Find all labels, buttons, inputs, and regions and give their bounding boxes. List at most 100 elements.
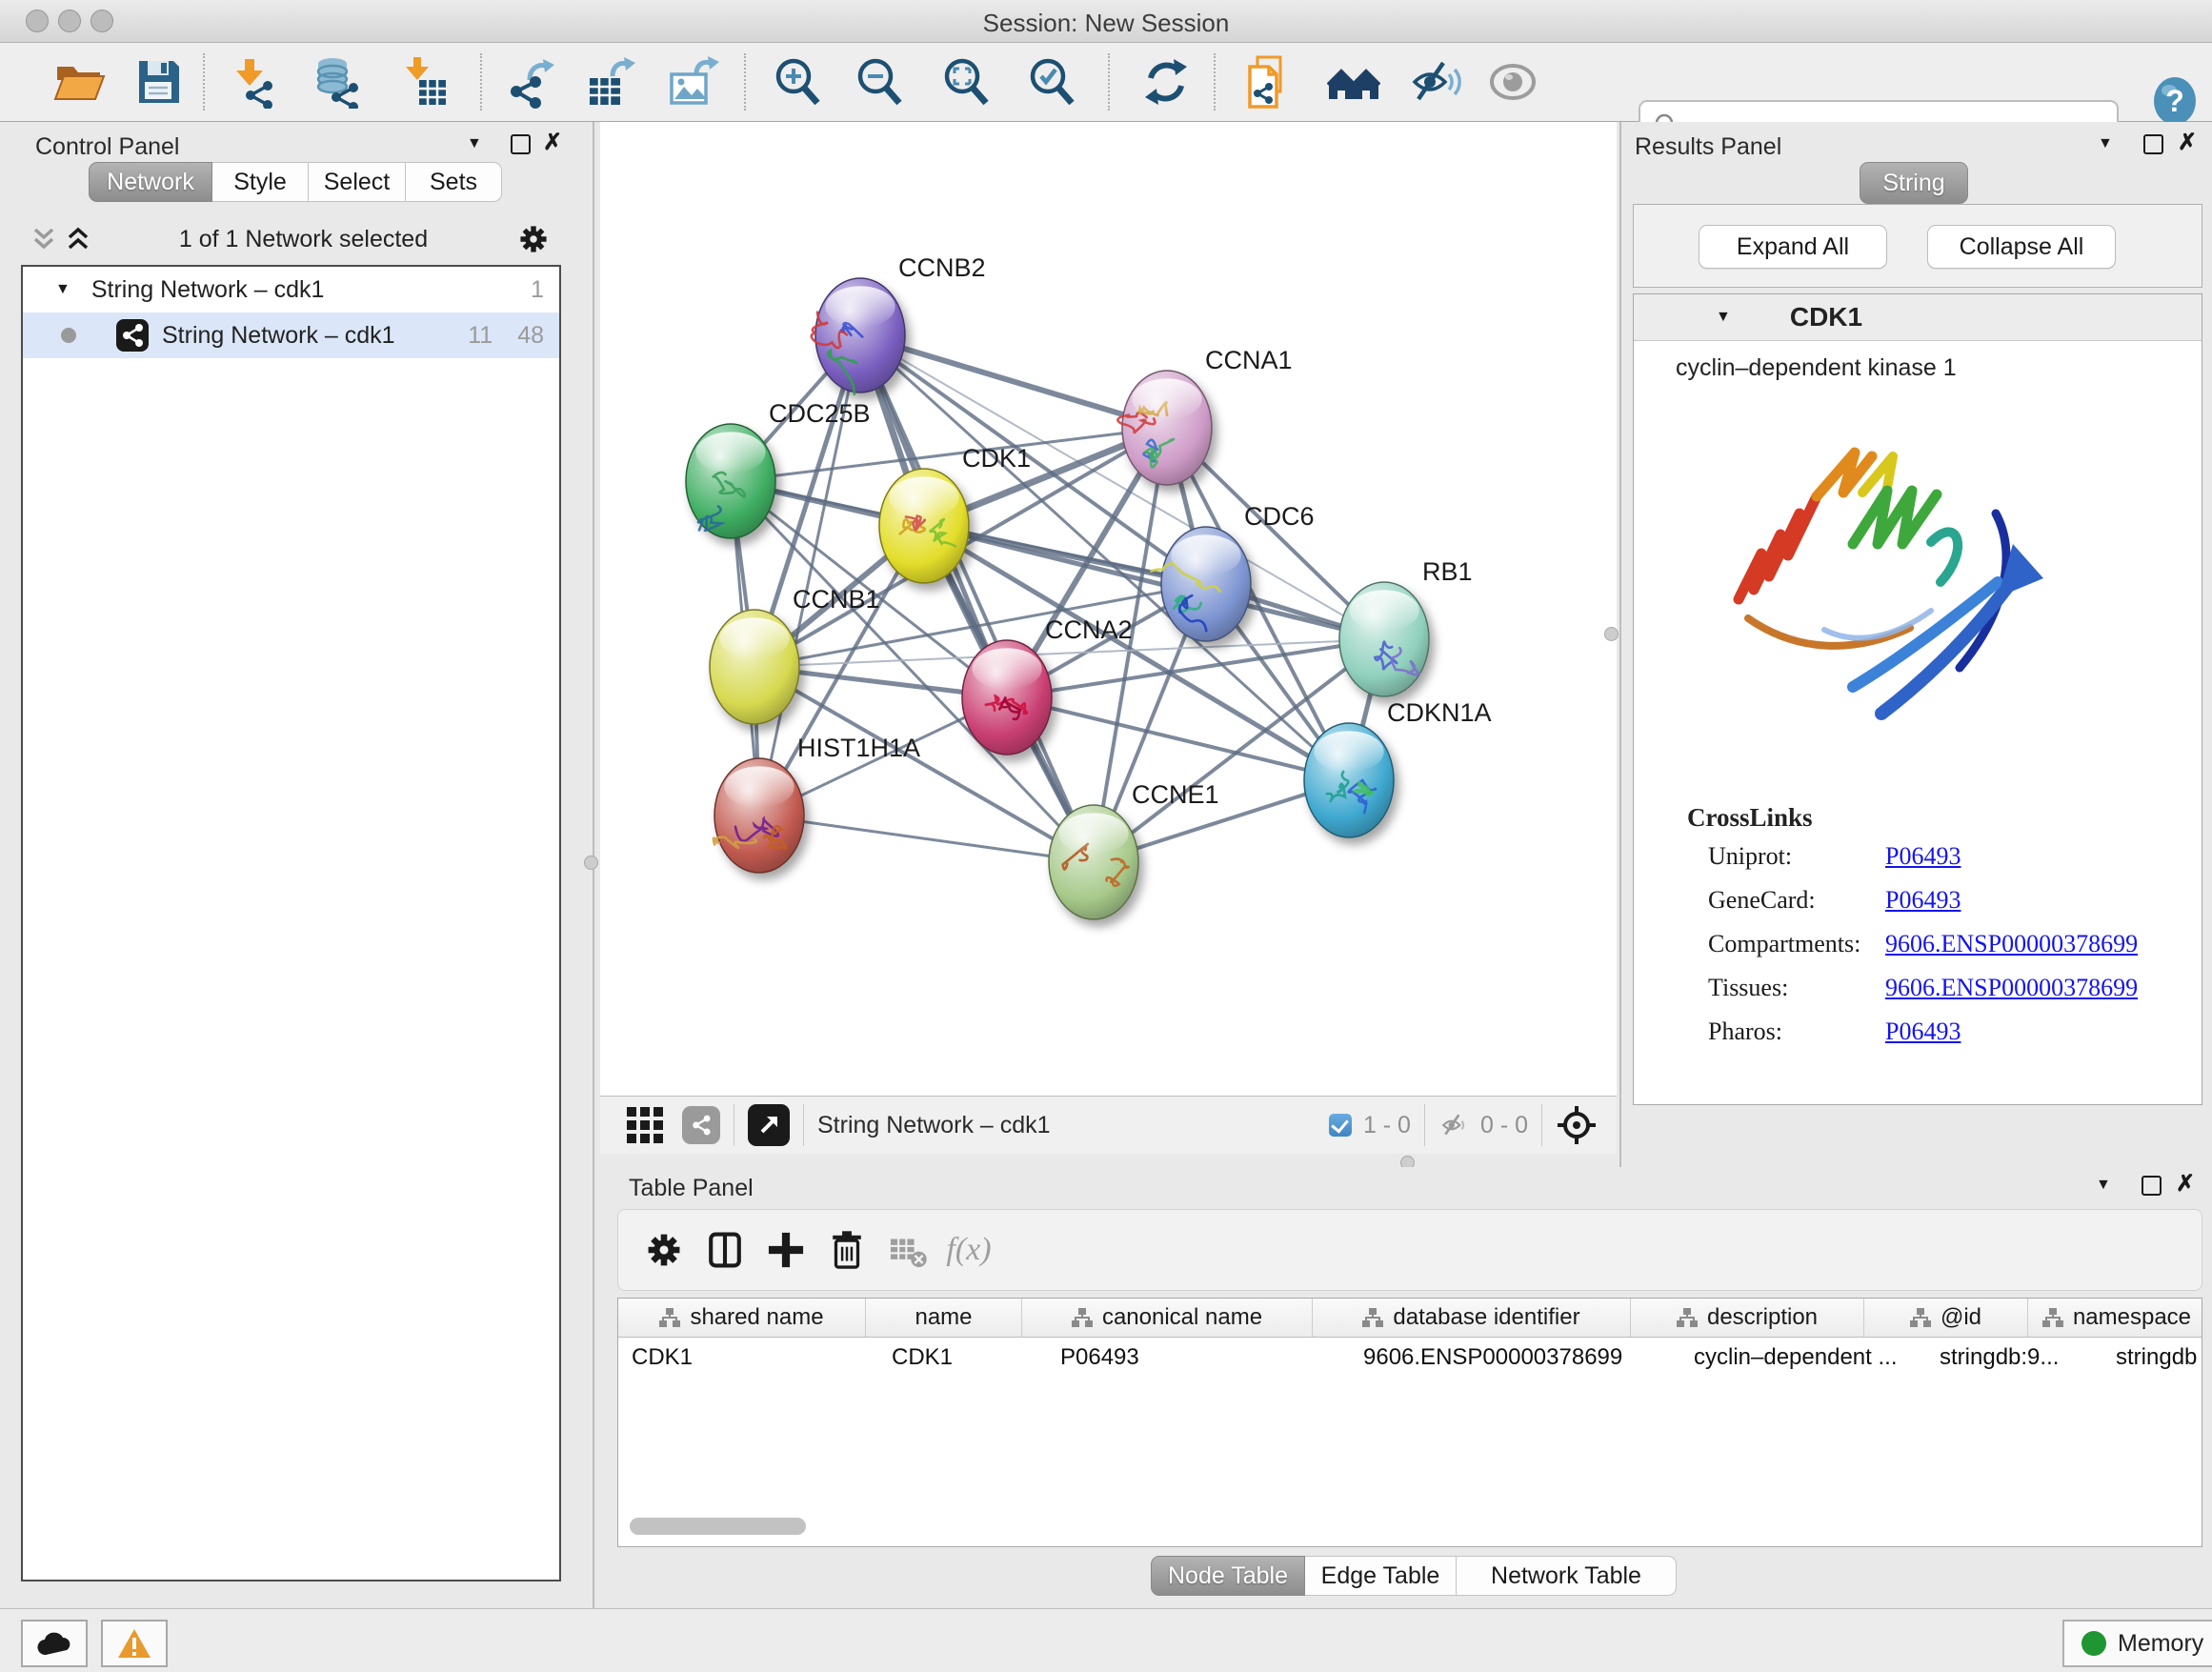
network-share-toggle-icon[interactable] <box>682 1106 720 1144</box>
export-table-icon <box>584 55 637 109</box>
right-splitter-handle[interactable] <box>1604 627 1619 641</box>
tab-network-table[interactable]: Network Table <box>1457 1556 1677 1596</box>
main-toolbar: ? <box>0 43 2212 122</box>
status-separator <box>803 1104 804 1146</box>
horizontal-scrollbar-thumb[interactable] <box>630 1518 806 1535</box>
table-gear-button[interactable] <box>633 1219 694 1280</box>
zoom-fit-button[interactable] <box>938 53 995 111</box>
tab-style[interactable]: Style <box>212 162 309 202</box>
column-header[interactable]: namespace <box>2028 1299 2205 1337</box>
column-header[interactable]: description <box>1631 1299 1864 1337</box>
table-row[interactable]: CDK1 CDK1 P06493 9606.ENSP00000378699 cy… <box>618 1338 2202 1378</box>
clone-network-button[interactable] <box>1240 53 1297 111</box>
zoom-out-button[interactable] <box>852 53 909 111</box>
results-buttons-box: Expand All Collapse All <box>1633 204 2202 288</box>
network-collection-row[interactable]: ▼ String Network – cdk1 1 <box>23 267 559 312</box>
expand-all-button[interactable]: Expand All <box>1699 225 1887 269</box>
zoom-selected-button[interactable] <box>1024 53 1081 111</box>
export-image-button[interactable] <box>664 53 721 111</box>
detach-view-button[interactable] <box>748 1104 790 1146</box>
export-table-button[interactable] <box>582 53 639 111</box>
memory-button[interactable]: Memory <box>2062 1620 2212 1667</box>
left-splitter-handle[interactable] <box>584 856 598 870</box>
expand-all-chevron-icon[interactable] <box>65 225 91 253</box>
birds-eye-view-icon[interactable] <box>1556 1104 1598 1146</box>
help-button[interactable]: ? <box>2149 75 2201 127</box>
results-panel-maximize-icon[interactable] <box>2143 134 2163 154</box>
import-table-icon <box>396 55 450 109</box>
column-header[interactable]: canonical name <box>1022 1299 1313 1337</box>
results-panel-float-icon[interactable]: ▼ <box>2098 135 2113 152</box>
add-column-button[interactable] <box>755 1219 816 1280</box>
graph-node-CCNE1 <box>1049 805 1138 919</box>
delete-table-button-disabled <box>877 1219 938 1280</box>
warning-status-button[interactable] <box>101 1620 168 1667</box>
control-panel-title: Control Panel <box>35 133 179 161</box>
import-network-database-button[interactable] <box>308 53 365 111</box>
import-table-file-button[interactable] <box>394 53 452 111</box>
control-panel-maximize-icon[interactable] <box>511 134 531 154</box>
tab-edge-table[interactable]: Edge Table <box>1305 1556 1457 1596</box>
gene-section-header[interactable]: ▼ CDK1 <box>1634 294 2202 341</box>
table-panel-float-icon[interactable]: ▼ <box>2096 1177 2111 1194</box>
network-selection-summary: 1 of 1 Network selected <box>91 226 515 253</box>
export-network-button[interactable] <box>503 53 560 111</box>
network-list-header: 1 of 1 Network selected <box>21 213 561 265</box>
network-column-icon <box>2042 1307 2063 1328</box>
table-panel-maximize-icon[interactable] <box>2142 1176 2162 1196</box>
hide-selection-button[interactable] <box>1407 53 1464 111</box>
show-columns-button[interactable] <box>694 1219 755 1280</box>
cloud-status-button[interactable] <box>21 1620 88 1667</box>
save-floppy-icon <box>131 55 185 109</box>
network-graph[interactable]: CCNB2CCNA1CDC25BCDK1CDC6RB1CCNB1CCNA2CDK… <box>600 122 1617 1096</box>
results-panel-close-icon[interactable]: ✗ <box>2178 129 2197 156</box>
network-document-icon <box>1242 55 1296 109</box>
collapse-all-chevron-icon[interactable] <box>30 225 57 253</box>
column-header[interactable]: shared name <box>618 1299 866 1337</box>
save-session-button[interactable] <box>130 53 187 111</box>
tab-network[interactable]: Network <box>89 162 212 202</box>
grid-view-icon[interactable] <box>627 1107 663 1143</box>
crosslink-label: Compartments: <box>1708 930 1885 958</box>
graph-node-CDKN1A <box>1304 723 1394 837</box>
application-window: { "window": { "title": "Session: New Ses… <box>0 0 2212 1671</box>
network-canvas[interactable]: CCNB2CCNA1CDC25BCDK1CDC6RB1CCNB1CCNA2CDK… <box>600 122 1617 1096</box>
export-image-icon <box>666 55 719 109</box>
selected-checkbox-icon[interactable] <box>1329 1114 1352 1137</box>
title-bar: Session: New Session <box>0 0 2212 43</box>
refresh-button[interactable] <box>1137 53 1195 111</box>
tab-string[interactable]: String <box>1860 162 1968 204</box>
delete-column-button[interactable] <box>816 1219 877 1280</box>
crosslink-value-link[interactable]: P06493 <box>1885 886 2202 915</box>
warning-icon <box>117 1628 151 1659</box>
crosslink-value-link[interactable]: P06493 <box>1885 842 2202 871</box>
tab-select[interactable]: Select <box>309 162 406 202</box>
graph-node-RB1 <box>1339 582 1429 696</box>
crosslink-value-link[interactable]: P06493 <box>1885 1017 2202 1046</box>
collection-expand-icon[interactable]: ▼ <box>55 281 70 298</box>
import-network-file-button[interactable] <box>224 53 281 111</box>
graph-node-label: CDC25B <box>769 399 871 428</box>
tab-sets[interactable]: Sets <box>406 162 502 202</box>
crosslink-value-link[interactable]: 9606.ENSP00000378699 <box>1885 930 2202 958</box>
control-panel-float-icon[interactable]: ▼ <box>467 135 482 152</box>
zoom-selected-icon <box>1026 55 1079 109</box>
show-all-button[interactable] <box>1484 53 1541 111</box>
column-header[interactable]: database identifier <box>1313 1299 1631 1337</box>
first-neighbors-button[interactable] <box>1325 53 1382 111</box>
column-header[interactable]: @id <box>1864 1299 2028 1337</box>
crosslink-label: GeneCard: <box>1708 886 1885 915</box>
zoom-in-button[interactable] <box>770 53 827 111</box>
control-panel-close-icon[interactable]: ✗ <box>543 129 562 156</box>
graph-node-label: HIST1H1A <box>797 734 920 762</box>
crosslink-value-link[interactable]: 9606.ENSP00000378699 <box>1885 974 2202 1002</box>
section-collapse-icon[interactable]: ▼ <box>1716 309 1731 326</box>
gear-icon[interactable] <box>515 221 552 257</box>
collapse-all-button[interactable]: Collapse All <box>1927 225 2116 269</box>
network-row-selected[interactable]: String Network – cdk1 11 48 <box>23 312 559 358</box>
open-session-button[interactable] <box>50 53 108 111</box>
column-header[interactable]: name <box>866 1299 1022 1337</box>
results-content: ▼ CDK1 cyclin–dependent kinase 1 CrossLi… <box>1633 293 2202 1105</box>
tab-node-table[interactable]: Node Table <box>1151 1556 1305 1596</box>
table-panel-close-icon[interactable]: ✗ <box>2176 1170 2195 1198</box>
